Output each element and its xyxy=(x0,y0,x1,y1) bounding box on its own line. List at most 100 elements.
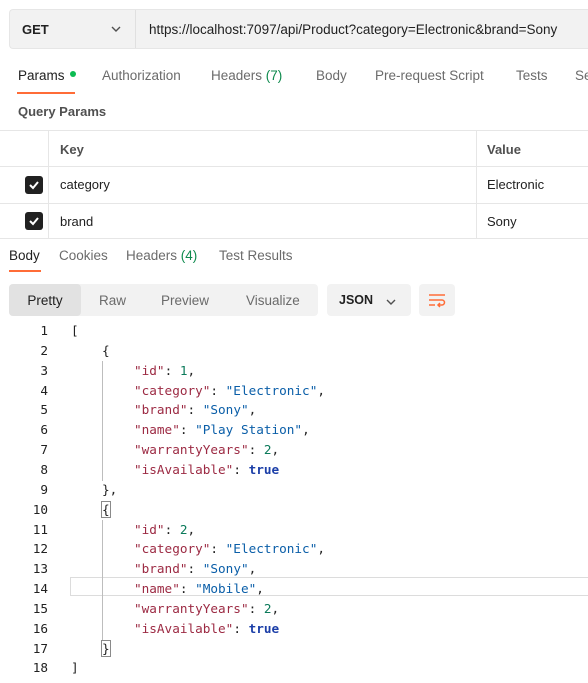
json-number: 2 xyxy=(263,600,272,616)
json-punctuation: : xyxy=(233,620,249,636)
code-line: "isAvailable": true xyxy=(134,462,279,477)
json-key: "warrantyYears" xyxy=(134,442,249,458)
request-tabs: Params Authorization Headers (7) Body Pr… xyxy=(0,66,588,94)
check-icon xyxy=(29,181,39,190)
code-line: ] xyxy=(71,660,79,675)
json-key: "isAvailable" xyxy=(134,461,234,477)
json-punctuation: , xyxy=(248,561,257,577)
code-line: }, xyxy=(102,482,117,497)
wrap-lines-button[interactable] xyxy=(419,284,455,316)
tab-authorization[interactable]: Authorization xyxy=(102,68,181,83)
tab-response-headers[interactable]: Headers (4) xyxy=(126,248,197,263)
json-punctuation: , xyxy=(187,362,196,378)
line-number: 5 xyxy=(40,402,48,418)
response-tabs: Body Cookies Headers (4) Test Results xyxy=(0,246,588,274)
json-punctuation: , xyxy=(302,422,310,438)
visualize-button[interactable]: Visualize xyxy=(246,284,300,316)
json-key: "id" xyxy=(134,362,165,378)
tab-body[interactable]: Body xyxy=(316,68,347,83)
line-number: 8 xyxy=(40,461,48,477)
pretty-button[interactable]: Pretty xyxy=(9,284,81,316)
json-punctuation: , xyxy=(248,402,257,418)
table-border xyxy=(0,238,588,239)
json-punctuation: [ xyxy=(71,323,79,338)
line-number: 13 xyxy=(32,561,48,577)
chevron-down-icon xyxy=(110,22,122,40)
code-line: { xyxy=(101,500,111,518)
code-line: "isAvailable": true xyxy=(134,621,279,636)
code-line: "brand": "Sony", xyxy=(134,561,256,576)
param-key[interactable]: category xyxy=(60,177,110,192)
param-checkbox[interactable] xyxy=(25,176,43,194)
key-column-header: Key xyxy=(60,142,84,157)
json-punctuation: : xyxy=(179,581,196,597)
chevron-down-icon xyxy=(385,295,397,313)
check-icon xyxy=(29,217,39,226)
params-active-dot xyxy=(69,71,76,78)
json-key: "brand" xyxy=(134,402,188,418)
json-key: "name" xyxy=(134,581,180,597)
indent-guide xyxy=(102,361,103,481)
json-punctuation: : xyxy=(210,382,226,398)
json-punctuation: : xyxy=(187,561,203,577)
query-params-title: Query Params xyxy=(18,104,107,119)
param-value[interactable]: Electronic xyxy=(487,177,544,192)
json-key: "category" xyxy=(134,382,211,398)
code-line: "name": "Play Station", xyxy=(134,422,310,437)
param-checkbox[interactable] xyxy=(25,212,43,230)
code-line: "category": "Electronic", xyxy=(134,383,325,398)
json-punctuation: : xyxy=(164,362,180,378)
table-border xyxy=(0,130,588,131)
json-boolean: true xyxy=(248,620,280,636)
json-string: "Sony" xyxy=(202,561,249,577)
tab-headers-label: Headers xyxy=(211,68,263,83)
line-number: 14 xyxy=(32,581,48,597)
tab-cookies[interactable]: Cookies xyxy=(59,248,108,263)
tab-tests[interactable]: Tests xyxy=(516,68,548,83)
json-string: "Sony" xyxy=(202,402,249,418)
line-number: 2 xyxy=(40,342,48,358)
tab-response-headers-label: Headers xyxy=(126,248,178,263)
tab-pre-request-script[interactable]: Pre-request Script xyxy=(375,68,484,83)
json-punctuation: : xyxy=(210,541,226,557)
json-key: "name" xyxy=(134,422,180,438)
request-url-bar: GET https://localhost:7097/api/Product?c… xyxy=(9,9,588,49)
preview-button[interactable]: Preview xyxy=(161,284,209,316)
value-column-header: Value xyxy=(487,142,521,157)
json-key: "brand" xyxy=(134,561,188,577)
line-number: 11 xyxy=(32,521,48,537)
line-number: 17 xyxy=(32,640,48,656)
json-punctuation: }, xyxy=(102,481,118,497)
code-line: "id": 2, xyxy=(134,522,195,537)
json-string: "Play Station" xyxy=(195,422,303,438)
tab-headers[interactable]: Headers (7) xyxy=(211,68,282,83)
json-punctuation: , xyxy=(317,541,325,557)
code-line: "warrantyYears": 2, xyxy=(134,601,279,616)
tab-response-headers-count: (4) xyxy=(180,248,198,263)
param-key[interactable]: brand xyxy=(60,214,93,229)
code-line: "id": 1, xyxy=(134,363,195,378)
json-key: "id" xyxy=(134,521,165,537)
param-value[interactable]: Sony xyxy=(487,214,517,229)
raw-button[interactable]: Raw xyxy=(99,284,126,316)
tab-params[interactable]: Params xyxy=(18,68,76,83)
indent-guide xyxy=(102,520,103,640)
line-number: 1 xyxy=(40,323,48,338)
tab-settings[interactable]: Se xyxy=(575,68,588,83)
url-input[interactable]: https://localhost:7097/api/Product?categ… xyxy=(149,10,557,48)
format-select[interactable]: JSON xyxy=(327,284,411,316)
method-select[interactable]: GET xyxy=(10,10,136,48)
active-response-tab-underline xyxy=(9,270,41,272)
tab-headers-count: (7) xyxy=(265,68,283,83)
tab-test-results[interactable]: Test Results xyxy=(219,248,293,263)
tab-response-body[interactable]: Body xyxy=(9,248,40,263)
json-punctuation: } xyxy=(101,639,111,657)
line-number: 10 xyxy=(32,501,48,517)
line-number: 4 xyxy=(40,382,48,398)
json-punctuation: ] xyxy=(71,660,79,676)
line-number: 18 xyxy=(32,660,48,676)
json-punctuation: , xyxy=(187,521,196,537)
code-line: [ xyxy=(71,323,79,338)
json-key: "category" xyxy=(134,541,211,557)
line-number: 6 xyxy=(40,422,48,438)
